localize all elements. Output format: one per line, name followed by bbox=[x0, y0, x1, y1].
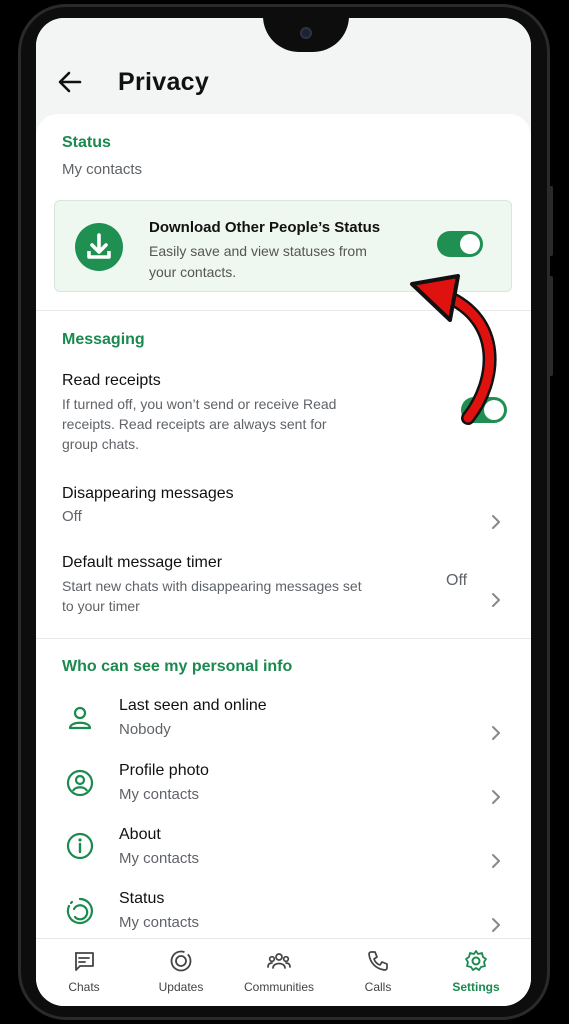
phone-icon bbox=[368, 951, 388, 971]
communities-icon bbox=[267, 953, 291, 969]
chevron-right-icon[interactable] bbox=[490, 853, 502, 869]
nav-updates-label: Updates bbox=[158, 980, 204, 994]
chevron-right-icon[interactable] bbox=[490, 592, 502, 608]
chevron-right-icon[interactable] bbox=[490, 514, 502, 530]
back-arrow-icon[interactable] bbox=[56, 68, 84, 96]
camera-icon bbox=[300, 27, 312, 39]
banner-title: Download Other People’s Status bbox=[149, 219, 381, 236]
about-label[interactable]: About bbox=[119, 826, 161, 844]
read-receipts-description: If turned off, you won’t send or receive… bbox=[62, 396, 337, 452]
messaging-section-title: Messaging bbox=[62, 331, 145, 348]
divider bbox=[36, 638, 531, 639]
nav-settings[interactable]: Settings bbox=[431, 939, 521, 1006]
nav-settings-label: Settings bbox=[452, 980, 500, 994]
profile-photo-icon bbox=[66, 769, 94, 797]
toggle-knob bbox=[460, 234, 480, 254]
chevron-right-icon[interactable] bbox=[490, 789, 502, 805]
power-button bbox=[549, 276, 553, 376]
personal-info-section-title: Who can see my personal info bbox=[62, 658, 293, 675]
nav-updates[interactable]: Updates bbox=[136, 939, 226, 1006]
about-value: My contacts bbox=[119, 850, 200, 867]
screen: Privacy Status My contacts Download Othe… bbox=[36, 18, 531, 1006]
status-privacy-value[interactable]: My contacts bbox=[62, 161, 142, 178]
chevron-right-icon[interactable] bbox=[490, 725, 502, 741]
chevron-right-icon[interactable] bbox=[490, 917, 502, 933]
chat-icon bbox=[75, 952, 94, 971]
banner-description: Easily save and view statuses from your … bbox=[149, 243, 367, 280]
default-timer-label[interactable]: Default message timer bbox=[62, 554, 222, 572]
nav-chats[interactable]: Chats bbox=[39, 939, 129, 1006]
bottom-navigation: Chats Updates Communities Calls Settings bbox=[36, 938, 531, 1006]
page-title: Privacy bbox=[118, 68, 210, 96]
status-privacy-row-value: My contacts bbox=[119, 914, 200, 931]
gear-icon bbox=[465, 950, 487, 971]
nav-calls[interactable]: Calls bbox=[333, 939, 423, 1006]
updates-icon bbox=[170, 950, 192, 972]
nav-communities[interactable]: Communities bbox=[234, 939, 324, 1006]
disappearing-messages-value: Off bbox=[62, 508, 82, 525]
person-icon bbox=[68, 706, 92, 730]
last-seen-label[interactable]: Last seen and online bbox=[119, 697, 267, 715]
download-icon bbox=[75, 223, 123, 271]
disappearing-messages-label[interactable]: Disappearing messages bbox=[62, 485, 234, 503]
read-receipts-label[interactable]: Read receipts bbox=[62, 372, 161, 390]
default-timer-value: Off bbox=[446, 572, 468, 589]
download-status-toggle[interactable] bbox=[437, 231, 483, 257]
default-timer-description: Start new chats with disappearing messag… bbox=[62, 578, 362, 614]
status-section-title: Status bbox=[62, 134, 111, 151]
nav-chats-label: Chats bbox=[68, 980, 100, 994]
last-seen-value: Nobody bbox=[119, 721, 171, 738]
volume-button bbox=[549, 186, 553, 256]
privacy-settings-list: Status My contacts Download Other People… bbox=[36, 114, 531, 956]
status-icon bbox=[66, 897, 93, 925]
status-privacy-label[interactable]: Status bbox=[119, 890, 164, 908]
info-icon bbox=[66, 832, 94, 860]
nav-communities-label: Communities bbox=[243, 980, 315, 994]
profile-photo-label[interactable]: Profile photo bbox=[119, 762, 209, 780]
profile-photo-value: My contacts bbox=[119, 786, 200, 803]
nav-calls-label: Calls bbox=[364, 980, 392, 994]
red-arrow-annotation bbox=[410, 274, 497, 425]
